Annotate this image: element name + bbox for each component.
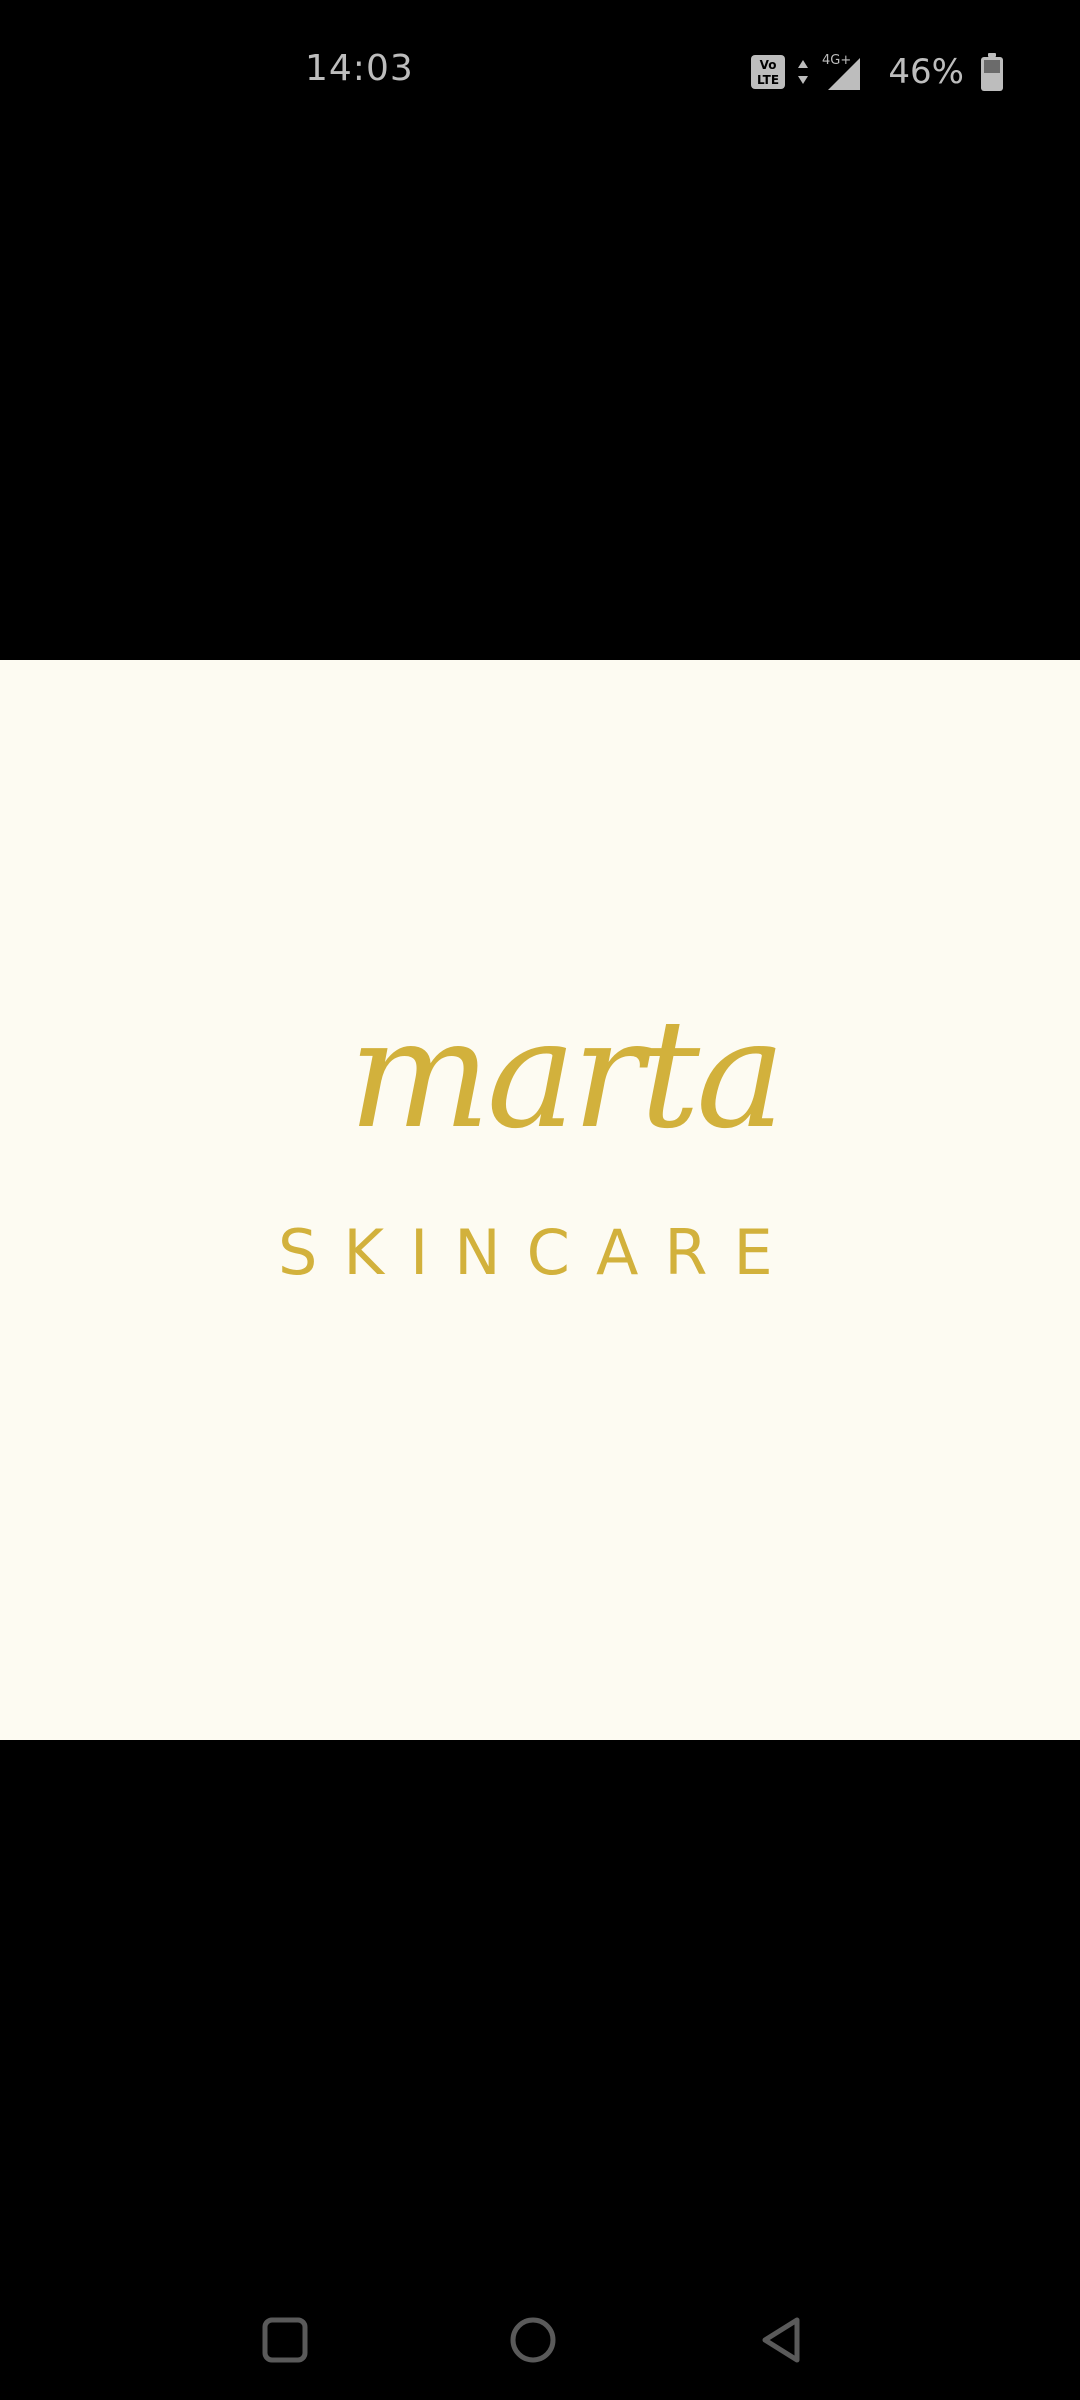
brand-logo-script: marta bbox=[348, 988, 785, 1162]
signal-icon: 4G+ bbox=[820, 50, 864, 94]
home-icon[interactable] bbox=[501, 2308, 565, 2372]
battery-icon bbox=[980, 52, 1004, 92]
data-arrows-icon bbox=[796, 57, 810, 87]
navigation-bar bbox=[0, 2280, 1080, 2400]
back-icon[interactable] bbox=[749, 2308, 813, 2372]
screen: 14:03 Vo LTE 4G+ 46% marta SKINCARE bbox=[0, 0, 1080, 2400]
svg-text:Vo: Vo bbox=[760, 58, 777, 72]
status-bar: 14:03 Vo LTE 4G+ 46% bbox=[0, 0, 1080, 145]
volte-icon: Vo LTE bbox=[750, 54, 786, 90]
image-viewer[interactable] bbox=[0, 660, 1080, 1740]
network-type-label: 4G+ bbox=[822, 53, 851, 68]
recents-icon[interactable] bbox=[253, 2308, 317, 2372]
status-time: 14:03 bbox=[305, 48, 414, 89]
brand-logo-subtitle: SKINCARE bbox=[278, 1216, 799, 1289]
battery-percent: 46% bbox=[888, 52, 964, 92]
status-icons: Vo LTE 4G+ 46% bbox=[750, 48, 1004, 96]
svg-text:LTE: LTE bbox=[757, 73, 779, 87]
